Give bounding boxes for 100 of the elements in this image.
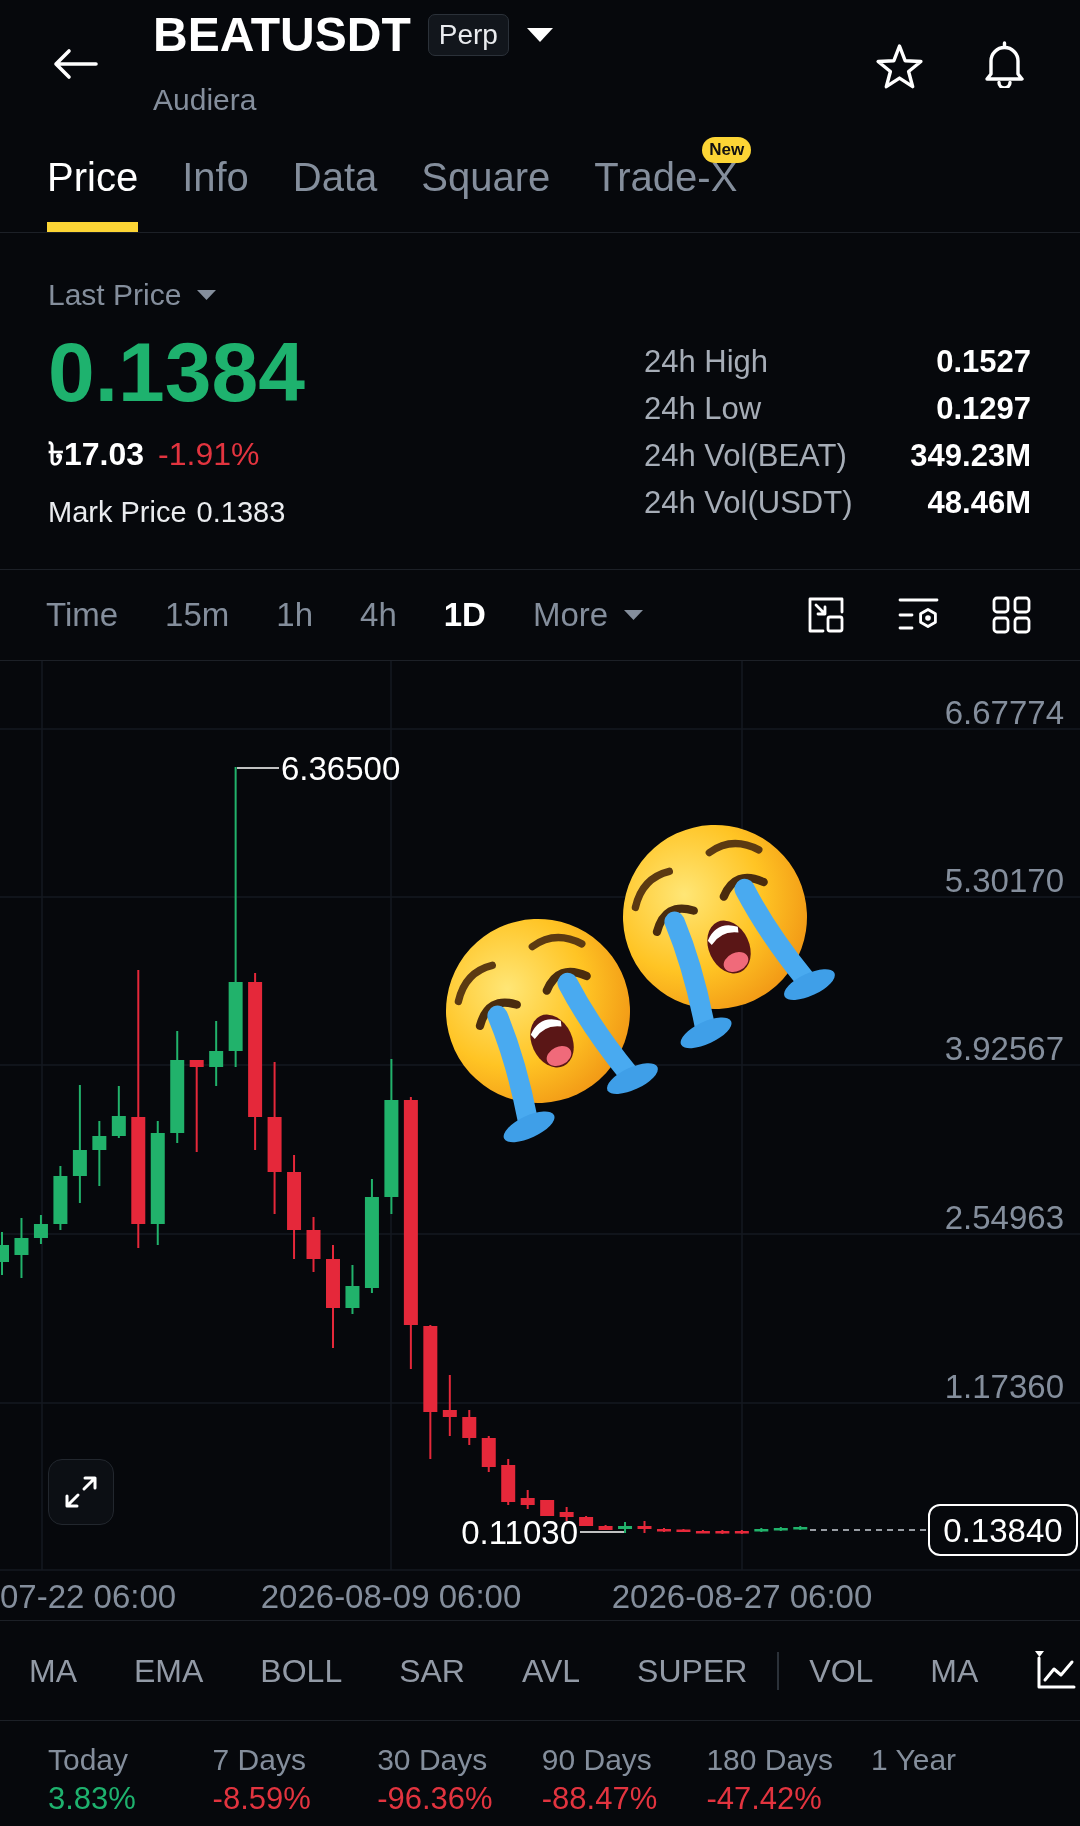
candle [618,1521,633,1534]
candle [637,1520,652,1534]
candle [754,1527,769,1533]
stat-label: 24h Low [644,390,762,428]
period-label: 90 Days [541,1742,652,1778]
last-price: 0.1384 [48,330,305,414]
last-price-tag: 0.13840 [928,1504,1078,1556]
contract-type-badge: Perp [427,14,509,56]
price-axis-label: 1.17360 [944,1368,1064,1405]
candle [345,1264,360,1315]
interval-tab[interactable]: Time [46,593,119,637]
candle [481,1435,496,1473]
indicator-tab[interactable]: MA [29,1648,77,1693]
candle [598,1524,613,1531]
candle [559,1506,574,1522]
candle [579,1515,594,1527]
back-icon[interactable] [52,47,98,81]
tab[interactable]: Square [421,153,551,232]
period-change: -88.47% [541,1780,658,1818]
more-dropdown[interactable]: More [532,593,644,637]
price-type-dropdown[interactable]: Last Price [48,275,217,315]
tab[interactable]: Data [292,153,378,232]
stat-value: 349.23M [910,437,1031,475]
stat-label: 24h High [644,343,769,381]
symbol-title: BEATUSDT [153,7,411,63]
price-change: -1.91% [158,435,260,474]
candle [520,1489,535,1510]
candle [657,1527,671,1533]
leader-line [579,1531,625,1533]
period-label: 7 Days [212,1742,306,1778]
time-axis-label: 2026-08-09 06:00 [260,1578,522,1615]
candle [773,1526,788,1532]
crying-face-icon [623,825,835,1049]
indicator-tab[interactable]: MA [930,1648,979,1693]
candle [209,1020,224,1087]
stat-value: 0.1527 [936,343,1031,381]
leader-line [236,767,280,769]
indicator-tab[interactable]: VOL [809,1648,874,1693]
stat-label: 24h Vol(BEAT) [644,437,847,475]
candle [111,1085,126,1139]
period-label: 1 Year [870,1742,957,1778]
indicator-tab[interactable]: EMA [134,1648,204,1693]
candle [501,1458,516,1506]
caret-icon [197,290,217,300]
caret-icon [624,610,644,620]
time-axis-label: 07-22 06:00 [0,1578,177,1615]
candle [0,1231,9,1276]
low-price-label: 0.11030 [461,1514,578,1551]
crying-face-icon [446,919,658,1143]
line-chart-icon[interactable] [1035,1651,1077,1690]
token-name: Audiera [153,82,257,118]
candle [306,1216,321,1273]
period-label: 180 Days [706,1742,834,1778]
candle [715,1529,730,1535]
period-change: 3.83% [48,1780,136,1818]
caret-icon[interactable] [526,28,553,42]
time-axis-label: 2026-08-27 06:00 [611,1578,873,1615]
candle [33,1214,48,1245]
interval-tab[interactable]: 15m [165,593,230,637]
period-change: -8.59% [212,1780,311,1818]
indicator-tab[interactable]: SAR [399,1648,465,1693]
grid-icon[interactable] [992,596,1031,634]
stat-value: 48.46M [927,484,1031,522]
frame-arrow-icon[interactable] [807,596,845,634]
candle [734,1529,749,1535]
period-label: Today [48,1742,129,1778]
price-axis-label: 5.30170 [944,862,1064,899]
stat-label: 24h Vol(USDT) [644,484,853,522]
candle [793,1525,808,1531]
mark-price-label: Mark Price [48,495,187,530]
indicator-tab[interactable]: SUPER [637,1648,748,1693]
tab[interactable]: Info [182,153,249,232]
local-currency-price: ৳17.03 [48,435,145,474]
candle [540,1499,555,1517]
candle [695,1529,710,1534]
indicator-tab[interactable]: AVL [521,1648,581,1693]
candle [14,1217,29,1279]
high-price-label: 6.36500 [281,750,401,787]
expand-button[interactable] [48,1459,114,1525]
candle [442,1374,457,1437]
mark-price-value: 0.1383 [196,495,286,530]
stat-value: 0.1297 [936,390,1031,428]
tab[interactable]: Price [47,153,139,232]
price-axis-label: 3.92567 [944,1030,1064,1067]
interval-tab[interactable]: 4h [360,593,397,637]
candle [462,1409,477,1446]
interval-tab[interactable]: 1h [276,593,314,637]
price-axis-label: 6.67774 [944,694,1064,731]
expand-icon [64,1475,98,1509]
candle [92,1120,107,1187]
period-change: -47.42% [706,1780,822,1818]
star-icon[interactable] [875,43,924,90]
price-axis-label: 2.54963 [944,1199,1064,1236]
period-change: -96.36% [377,1780,493,1818]
indicator-tab[interactable]: BOLL [260,1648,343,1693]
period-label: 30 Days [377,1742,488,1778]
interval-tab[interactable]: 1D [443,593,486,637]
candle [53,1165,68,1231]
new-badge: New [702,137,752,163]
candle [676,1528,691,1533]
